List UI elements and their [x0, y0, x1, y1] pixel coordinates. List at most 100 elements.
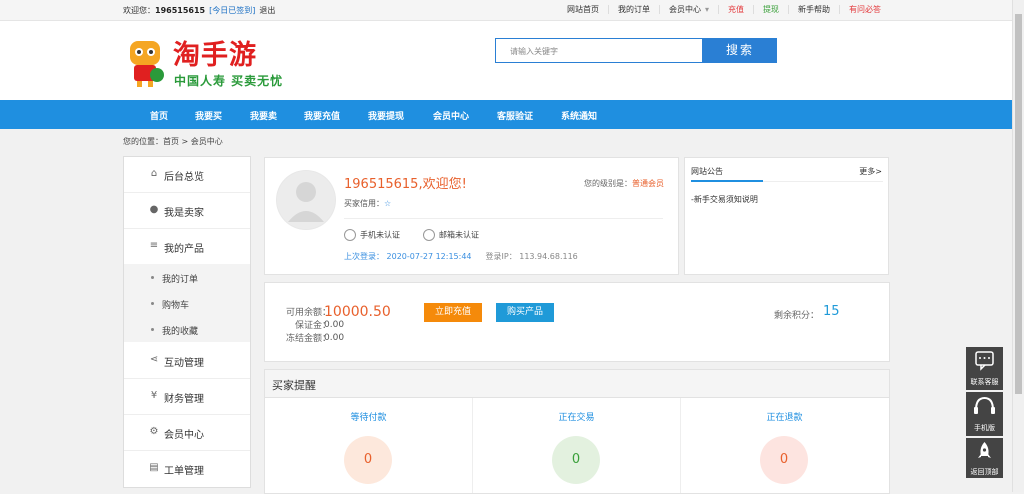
nav-notice[interactable]: 系统通知: [561, 109, 597, 122]
sidebar-sub-label: 我的订单: [162, 275, 199, 285]
cog-icon: ⚙: [149, 426, 159, 437]
sidebar-item-label: 财务管理: [164, 394, 204, 405]
breadcrumb: 您的位置：首页 > 会员中心: [123, 137, 223, 146]
pending-payment[interactable]: 等待付款 0: [265, 398, 473, 493]
last-login: 上次登录： 2020-07-27 12:15:44: [344, 252, 472, 261]
balance-card: 可用余额： 10000.50 保证金： 0.00 冻结金额： 0.00 立即充值…: [264, 282, 890, 362]
sidebar-item-interaction[interactable]: ⋖ 互动管理: [124, 343, 250, 379]
frozen-value: 0.00: [324, 333, 345, 343]
sidebar-item-label: 我的产品: [164, 244, 204, 255]
sidebar-item-products[interactable]: ≡ 我的产品: [124, 229, 250, 265]
logout-link[interactable]: 退出: [259, 6, 275, 15]
top-links: 网站首页 我的订单 会员中心 ▾ 充值 提现 新手帮助 有问必答: [558, 5, 890, 14]
sidebar-item-label: 会员中心: [164, 430, 204, 441]
pending-payment-label: 等待付款: [350, 413, 387, 423]
sidebar-sub-favorites[interactable]: 我的收藏: [124, 316, 250, 342]
username: 196515615: [155, 6, 206, 15]
email-auth[interactable]: 邮箱未认证: [423, 229, 479, 241]
withdraw-link[interactable]: 提现: [753, 5, 788, 14]
sidebar-item-finance[interactable]: ¥ 财务管理: [124, 379, 250, 415]
sidebar-sub-label: 购物车: [162, 301, 190, 311]
reminder-header: 买家提醒: [265, 370, 889, 398]
refunding-label: 正在退款: [766, 413, 803, 423]
nav-home[interactable]: 首页: [150, 109, 168, 122]
user-icon: ●: [149, 204, 159, 215]
back-to-top-button[interactable]: 返回顶部: [966, 438, 1003, 478]
nav-buy[interactable]: 我要买: [195, 109, 222, 122]
search-input[interactable]: 请输入关键字: [495, 38, 703, 63]
orders-link[interactable]: 我的订单: [607, 5, 659, 14]
nav-recharge[interactable]: 我要充值: [304, 109, 340, 122]
logo-name: 淘手游: [173, 40, 257, 71]
help-link[interactable]: 新手帮助: [788, 5, 839, 14]
title-underline: [691, 180, 763, 182]
search-button[interactable]: 搜索: [703, 38, 777, 63]
chat-icon: [975, 351, 994, 371]
notice-card: 网站公告 更多> -新手交易须知说明: [684, 157, 889, 275]
share-icon: ⋖: [149, 354, 159, 365]
pending-payment-count: 0: [344, 436, 392, 484]
notice-title: 网站公告: [691, 167, 723, 176]
recharge-button[interactable]: 立即充值: [424, 303, 482, 322]
in-trade[interactable]: 正在交易 0: [473, 398, 681, 493]
sidebar-item-label: 我是卖家: [164, 208, 204, 219]
refunding[interactable]: 正在退款 0: [681, 398, 888, 493]
refunding-count: 0: [760, 436, 808, 484]
member-center-link[interactable]: 会员中心 ▾: [658, 5, 718, 14]
sidebar-item-tickets[interactable]: ▤ 工单管理: [124, 451, 250, 486]
contact-service-button[interactable]: 联系客服: [966, 347, 1003, 390]
phone-icon: [344, 229, 356, 241]
header: 淘手游 中国人寿 买卖无忧 请输入关键字 搜索: [0, 21, 1012, 100]
frozen-label: 冻结金额：: [285, 334, 331, 344]
mobile-button[interactable]: 手机版: [966, 392, 1003, 436]
logo[interactable]: 淘手游 中国人寿 买卖无忧: [124, 32, 289, 92]
sidebar-sub-orders[interactable]: 我的订单: [124, 264, 250, 290]
scrollbar-thumb[interactable]: [1015, 14, 1022, 394]
login-info: 上次登录： 2020-07-27 12:15:44 登录IP： 113.94.68…: [344, 251, 578, 262]
nav-sell[interactable]: 我要卖: [250, 109, 277, 122]
bullet-icon: [151, 328, 154, 331]
nav-withdraw[interactable]: 我要提现: [368, 109, 404, 122]
welcome-title: 196515615,欢迎您!: [344, 177, 467, 192]
mobile-label: 手机版: [974, 424, 995, 432]
faq-link[interactable]: 有问必答: [839, 5, 890, 14]
phone-auth[interactable]: 手机未认证: [344, 229, 400, 241]
nav-verify[interactable]: 客服验证: [497, 109, 533, 122]
phone-auth-label: 手机未认证: [360, 230, 400, 240]
default-avatar-icon: [277, 171, 335, 229]
nav-member[interactable]: 会员中心: [433, 109, 469, 122]
buyer-credit: 买家信用：☆: [344, 198, 391, 209]
buy-products-button[interactable]: 购买产品: [496, 303, 554, 322]
available-balance: 10000.50: [324, 304, 391, 320]
deposit-value: 0.00: [324, 320, 345, 330]
member-level: 您的级别是：普通会员: [584, 178, 664, 189]
avatar[interactable]: [276, 170, 336, 230]
buyer-reminder: 买家提醒 等待付款 0 正在交易 0 正在退款 0: [264, 369, 890, 494]
list-icon: ≡: [149, 240, 159, 251]
sidebar-item-member[interactable]: ⚙ 会员中心: [124, 415, 250, 451]
main-nav: 首页 我要买 我要卖 我要充值 我要提现 会员中心 客服验证 系统通知: [0, 100, 1012, 129]
sidebar-sub-cart[interactable]: 购物车: [124, 290, 250, 316]
home-link[interactable]: 网站首页: [558, 5, 608, 14]
scrollbar[interactable]: [1012, 0, 1024, 492]
sidebar-item-overview[interactable]: ⌂ 后台总览: [124, 157, 250, 193]
recharge-link[interactable]: 充值: [718, 5, 753, 14]
reminder-title: 买家提醒: [272, 379, 316, 392]
member-center-label: 会员中心: [668, 5, 701, 14]
bullet-icon: [151, 276, 154, 279]
points-value: 15: [823, 304, 840, 319]
signed-link[interactable]: [今日已签到]: [209, 6, 255, 15]
contact-service-label: 联系客服: [970, 378, 999, 386]
notice-more-link[interactable]: 更多>: [859, 166, 882, 177]
sidebar-item-label: 工单管理: [164, 466, 204, 477]
clipboard-icon: ▤: [149, 462, 159, 473]
search-placeholder: 请输入关键字: [510, 47, 558, 56]
deposit-label: 保证金：: [294, 321, 331, 331]
login-ip: 登录IP： 113.94.68.116: [485, 252, 578, 261]
headset-icon: [974, 396, 995, 414]
divider: [344, 218, 663, 219]
notice-item[interactable]: -新手交易须知说明: [691, 194, 758, 205]
sidebar-item-seller[interactable]: ● 我是卖家: [124, 193, 250, 229]
logo-tagline: 中国人寿 买卖无忧: [174, 74, 284, 88]
bullet-icon: [151, 302, 154, 305]
